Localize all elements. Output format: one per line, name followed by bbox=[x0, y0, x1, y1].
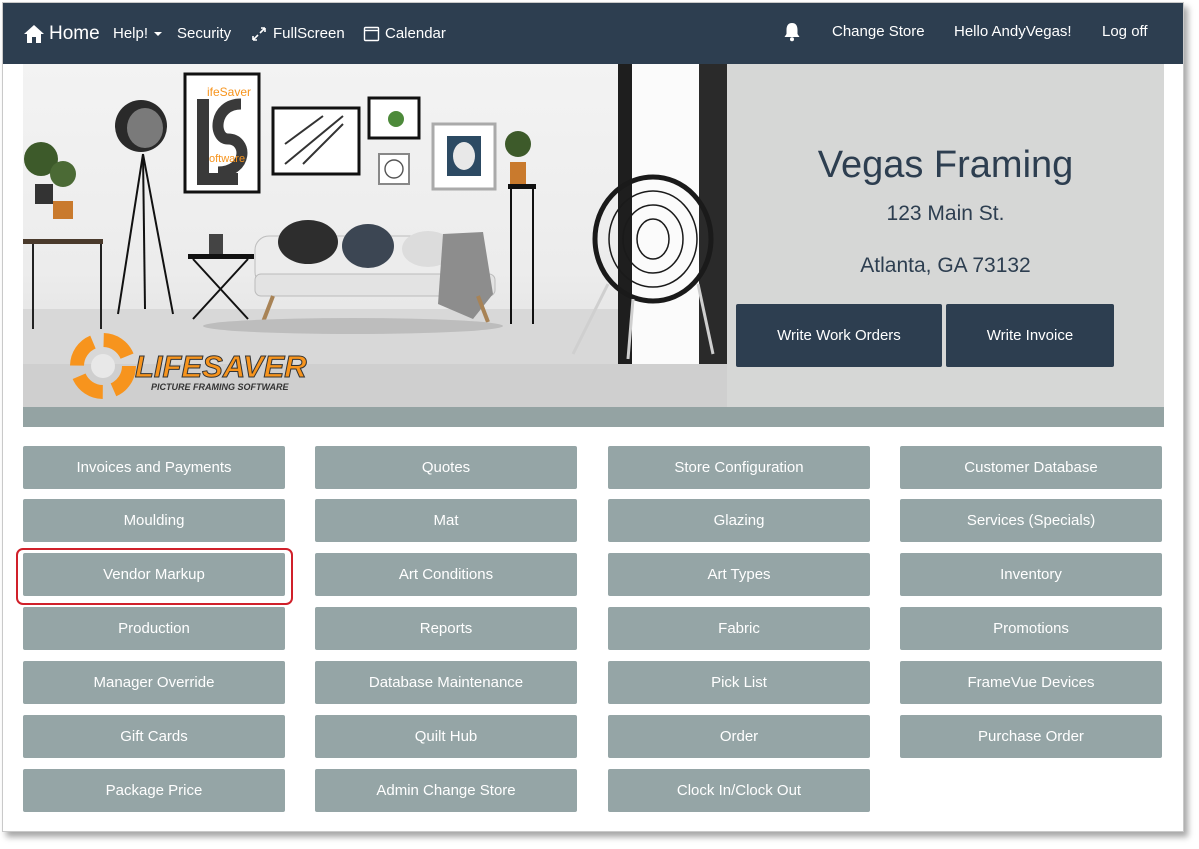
logoff-label: Log off bbox=[1102, 23, 1148, 40]
order-button[interactable]: Order bbox=[608, 715, 870, 758]
store-configuration-button[interactable]: Store Configuration bbox=[608, 446, 870, 489]
security-link[interactable]: Security bbox=[177, 3, 231, 64]
inventory-button[interactable]: Inventory bbox=[900, 553, 1162, 596]
home-label: Home bbox=[49, 22, 100, 44]
app-window: Home Help! Security FullScreen Calendar bbox=[2, 2, 1184, 832]
calendar-link[interactable]: Calendar bbox=[363, 3, 446, 64]
fabric-button[interactable]: Fabric bbox=[608, 607, 870, 650]
logo-wordmark: LIFESAVER bbox=[135, 349, 307, 384]
promotions-button[interactable]: Promotions bbox=[900, 607, 1162, 650]
change-store-link[interactable]: Change Store bbox=[832, 3, 925, 62]
security-label: Security bbox=[177, 25, 232, 42]
bell-icon bbox=[784, 22, 800, 41]
calendar-icon bbox=[363, 26, 380, 42]
fullscreen-label: FullScreen bbox=[273, 25, 345, 42]
expand-icon bbox=[252, 26, 266, 41]
moulding-button[interactable]: Moulding bbox=[23, 499, 285, 542]
package-price-button[interactable]: Package Price bbox=[23, 769, 285, 812]
caret-down-icon bbox=[154, 31, 163, 36]
top-navbar: Home Help! Security FullScreen Calendar bbox=[3, 3, 1183, 64]
hero-divider-bar bbox=[23, 407, 1164, 427]
home-link[interactable]: Home bbox=[23, 3, 100, 64]
database-maintenance-button[interactable]: Database Maintenance bbox=[315, 661, 577, 704]
mat-button[interactable]: Mat bbox=[315, 499, 577, 542]
store-street: 123 Main St. bbox=[886, 202, 1005, 225]
framevue-devices-button[interactable]: FrameVue Devices bbox=[900, 661, 1162, 704]
logo-tagline: PICTURE FRAMING SOFTWARE bbox=[151, 382, 289, 392]
store-name: Vegas Framing bbox=[817, 144, 1074, 186]
change-store-label: Change Store bbox=[832, 23, 925, 40]
room-illustration: ifeSaver oftware LIFESAVER PICTURE FRAMI… bbox=[23, 64, 727, 409]
user-greeting-link[interactable]: Hello AndyVegas! bbox=[954, 3, 1072, 62]
clock-in-clock-out-button[interactable]: Clock In/Clock Out bbox=[608, 769, 870, 812]
store-city: Atlanta, GA 73132 bbox=[860, 254, 1031, 277]
poster-text-bottom: oftware bbox=[209, 153, 245, 165]
production-button[interactable]: Production bbox=[23, 607, 285, 650]
art-conditions-button[interactable]: Art Conditions bbox=[315, 553, 577, 596]
logoff-link[interactable]: Log off bbox=[1102, 3, 1148, 62]
purchase-order-button[interactable]: Purchase Order bbox=[900, 715, 1162, 758]
admin-change-store-button[interactable]: Admin Change Store bbox=[315, 769, 577, 812]
write-work-orders-button[interactable]: Write Work Orders bbox=[736, 304, 942, 367]
vendor-markup-button[interactable]: Vendor Markup bbox=[23, 553, 285, 596]
user-greeting-label: Hello AndyVegas! bbox=[954, 23, 1072, 40]
home-icon bbox=[24, 24, 44, 43]
manager-override-button[interactable]: Manager Override bbox=[23, 661, 285, 704]
notifications-button[interactable] bbox=[783, 3, 801, 62]
help-dropdown[interactable]: Help! bbox=[113, 3, 163, 64]
customer-database-button[interactable]: Customer Database bbox=[900, 446, 1162, 489]
help-label: Help! bbox=[113, 25, 149, 42]
calendar-label: Calendar bbox=[385, 25, 446, 42]
pick-list-button[interactable]: Pick List bbox=[608, 661, 870, 704]
reports-button[interactable]: Reports bbox=[315, 607, 577, 650]
quilt-hub-button[interactable]: Quilt Hub bbox=[315, 715, 577, 758]
fullscreen-link[interactable]: FullScreen bbox=[250, 3, 345, 64]
store-hero: ifeSaver oftware LIFESAVER PICTURE FRAMI… bbox=[23, 64, 1164, 409]
services-specials-button[interactable]: Services (Specials) bbox=[900, 499, 1162, 542]
gift-cards-button[interactable]: Gift Cards bbox=[23, 715, 285, 758]
invoices-and-payments-button[interactable]: Invoices and Payments bbox=[23, 446, 285, 489]
quotes-button[interactable]: Quotes bbox=[315, 446, 577, 489]
glazing-button[interactable]: Glazing bbox=[608, 499, 870, 542]
hero-room-image: ifeSaver oftware LIFESAVER PICTURE FRAMI… bbox=[23, 64, 727, 409]
poster-text-top: ifeSaver bbox=[207, 85, 251, 99]
art-types-button[interactable]: Art Types bbox=[608, 553, 870, 596]
write-invoice-button[interactable]: Write Invoice bbox=[946, 304, 1114, 367]
